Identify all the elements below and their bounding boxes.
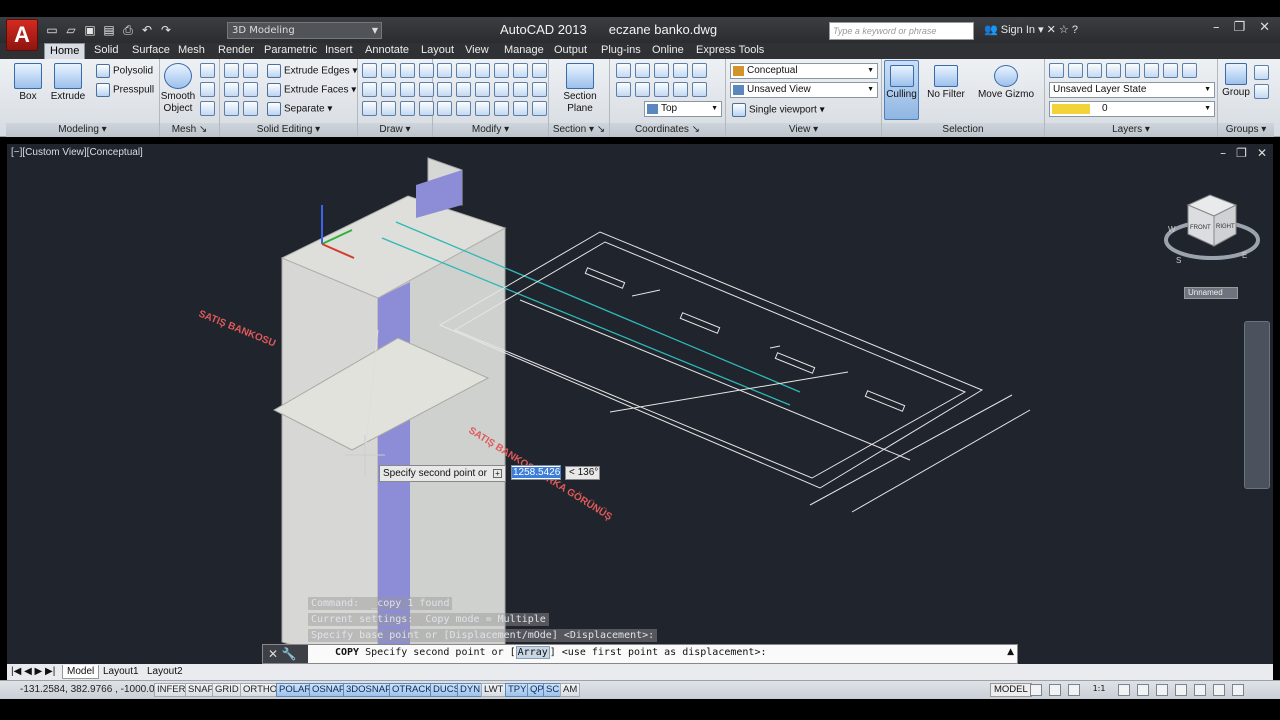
letterbox-bottom — [0, 699, 1280, 720]
drawer-slot — [774, 352, 816, 374]
autocad-window: ▭ ▱ ▣ ▤ ⎙ ↶ ↷ 3D Modeling ▼ AutoCAD 2013… — [0, 0, 1280, 720]
distance-value: 1258.5426 — [512, 467, 562, 478]
wrench-icon[interactable]: 🔧 — [282, 647, 297, 661]
toggle-ortho[interactable]: ORTHO — [240, 683, 281, 697]
counter-edge — [769, 345, 781, 349]
ucs-menu[interactable]: Unnamed — [1184, 287, 1238, 299]
layout-tabs: |◀ ◀ ▶ ▶| Model Layout1 Layout2 — [7, 664, 1273, 680]
status-tray: 1:1 — [1030, 684, 1244, 696]
clean-screen-icon[interactable] — [1232, 684, 1244, 696]
toggle-am[interactable]: AM — [560, 683, 581, 697]
toggle-3dosnap[interactable]: 3DOSNAP — [343, 683, 395, 697]
drawer-slot — [864, 390, 906, 412]
status-bar: -131.2584, 382.9766 , -1000.0000 INFER SN… — [0, 680, 1280, 699]
compass-s-label: S — [1176, 256, 1181, 265]
toggle-tpy[interactable]: TPY — [505, 683, 530, 697]
prompt-start: Specify second point or [ — [365, 647, 516, 658]
prompt-end: ] <use first point as displacement>: — [549, 647, 767, 658]
close-icon[interactable]: ✕ — [268, 647, 278, 661]
toggle-grid[interactable]: GRID — [212, 683, 242, 697]
workspace-switch-icon[interactable] — [1156, 684, 1168, 696]
toggle-infer[interactable]: INFER — [154, 683, 189, 697]
model-button[interactable]: MODEL — [990, 683, 1032, 697]
annotation-scale-icon[interactable] — [1068, 684, 1080, 696]
command-history-line: Command: _copy 1 found — [308, 597, 453, 610]
viewcube-front-label: FRONT — [1190, 225, 1211, 231]
counter-edge — [609, 371, 849, 413]
auto-scale-icon[interactable] — [1137, 684, 1149, 696]
options-icon[interactable]: + — [493, 469, 502, 478]
dimension-line — [851, 409, 1031, 513]
annotation-visibility-icon[interactable] — [1118, 684, 1130, 696]
annotation-satis-bankosu: SATIŞ BANKOSU — [197, 309, 277, 350]
model-drawing: SATIŞ BANKOSU SATIŞ BANKOSU ARKA GÖRÜNÜŞ… — [197, 157, 1260, 671]
drawer-slot — [584, 267, 626, 289]
layout-nav-arrows[interactable]: |◀ ◀ ▶ ▶| — [7, 665, 59, 679]
dynamic-input-prompt: Specify second point or + — [379, 465, 506, 482]
command-line-controls: ✕ 🔧 — [263, 645, 308, 663]
hardware-acceleration-icon[interactable] — [1194, 684, 1206, 696]
angle-readout: < 136° — [565, 466, 600, 480]
annotation-scale-value[interactable]: 1:1 — [1087, 684, 1111, 696]
tab-layout1[interactable]: Layout1 — [99, 665, 143, 679]
command-line[interactable]: ✕ 🔧 COPY Specify second point or [Array]… — [262, 644, 1018, 664]
current-command: COPY — [335, 647, 360, 658]
viewcube-right-label: RIGHT — [1216, 224, 1235, 230]
navigation-bar[interactable] — [1244, 321, 1270, 489]
command-history-toggle-icon[interactable]: ▲ — [1007, 647, 1014, 657]
dimension-line — [809, 394, 1013, 506]
command-history-line: Current settings: Copy mode = Multiple — [308, 613, 549, 626]
counter-outline — [438, 231, 984, 489]
array-option[interactable]: Array — [515, 646, 550, 659]
drawer-slot — [679, 312, 721, 334]
toggle-otrack[interactable]: OTRACK — [389, 683, 435, 697]
tab-layout2[interactable]: Layout2 — [143, 665, 187, 679]
command-history-line: Specify base point or [Displacement/mOde… — [308, 629, 658, 642]
quick-view-drawings-icon[interactable] — [1049, 684, 1061, 696]
compass-w-label: W — [1168, 225, 1176, 234]
coordinate-readout[interactable]: -131.2584, 382.9766 , -1000.0000 — [20, 684, 171, 695]
toggle-dyn[interactable]: DYN — [457, 683, 484, 697]
command-prompt: COPY Specify second point or [Array] <us… — [335, 646, 767, 659]
isolate-objects-icon[interactable] — [1213, 684, 1225, 696]
lock-icon[interactable] — [1175, 684, 1187, 696]
quick-view-layouts-icon[interactable] — [1030, 684, 1042, 696]
distance-input[interactable]: 1258.5426 — [511, 465, 562, 480]
compass-e-label: E — [1242, 251, 1247, 260]
tab-model[interactable]: Model — [62, 665, 100, 679]
application-menu-button[interactable]: A — [6, 19, 38, 51]
dynamic-input-label: Specify second point or — [383, 468, 487, 479]
toggle-lwt[interactable]: LWT — [481, 683, 507, 697]
counter-edge — [631, 289, 661, 297]
counter-edge — [519, 299, 911, 461]
